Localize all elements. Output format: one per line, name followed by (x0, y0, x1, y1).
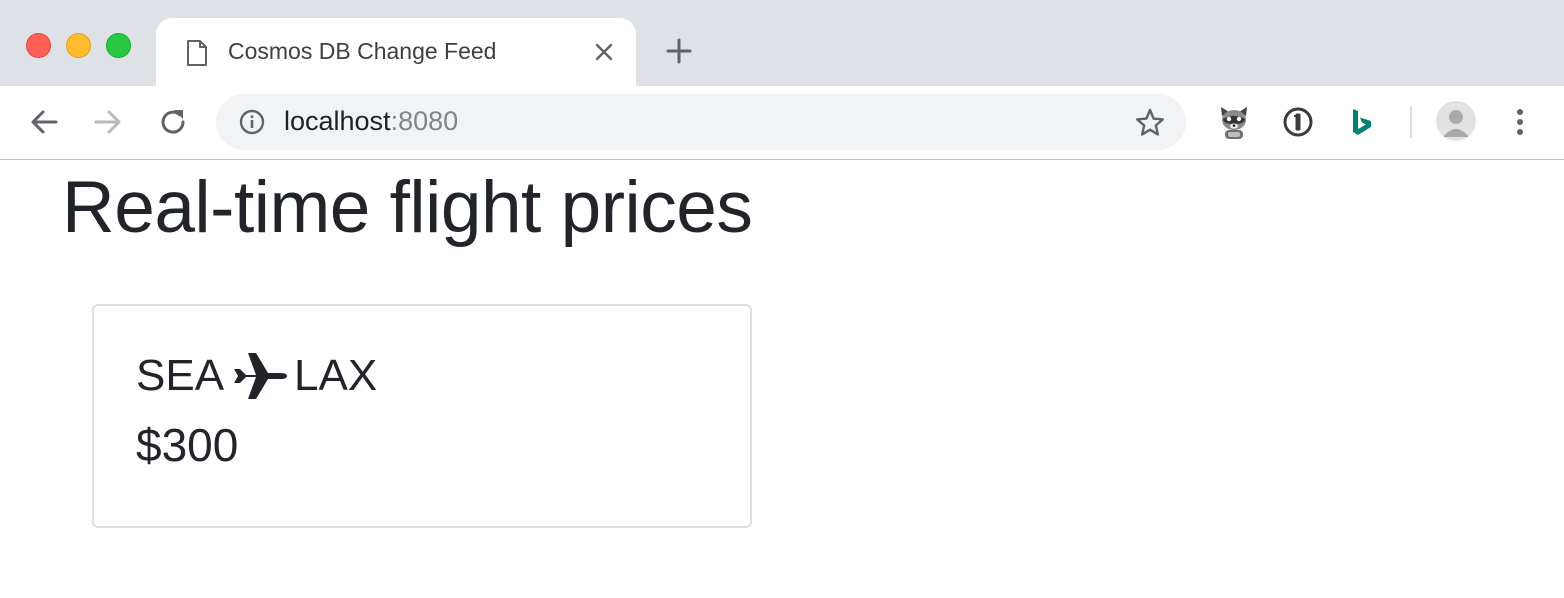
close-icon[interactable] (592, 40, 616, 64)
window-minimize-button[interactable] (66, 33, 91, 58)
plane-icon (234, 353, 288, 399)
arrow-left-icon[interactable] (26, 104, 62, 140)
avatar-silhouette (1443, 110, 1469, 137)
tab-active[interactable]: Cosmos DB Change Feed (156, 18, 636, 86)
flight-price: $300 (136, 419, 239, 471)
address-bar[interactable]: localhost:8080 (216, 94, 1186, 150)
url-host: localhost (284, 106, 391, 136)
flight-card: SEA LAX $300 (92, 304, 752, 528)
arrow-right-icon[interactable] (90, 104, 126, 140)
destination-code: LAX (294, 351, 378, 400)
avatar-icon[interactable] (1436, 101, 1476, 141)
info-icon[interactable] (238, 108, 266, 136)
flight-route: SEA LAX (136, 348, 377, 404)
window-close-button[interactable] (26, 33, 51, 58)
reload-icon[interactable] (155, 104, 191, 140)
tab-strip: Cosmos DB Change Feed (0, 0, 1564, 86)
page-content: Real-time flight prices SEA LAX $300 (0, 160, 1564, 598)
url-port: :8080 (390, 106, 459, 136)
window-maximize-button[interactable] (106, 33, 131, 58)
password-manager-icon[interactable] (1280, 104, 1316, 140)
raccoon-icon[interactable] (1216, 104, 1252, 140)
kebab-menu-icon[interactable] (1506, 104, 1534, 140)
page-icon (187, 40, 207, 66)
tab-title: Cosmos DB Change Feed (228, 38, 497, 64)
page-title: Real-time flight prices (62, 167, 753, 248)
star-icon[interactable] (1134, 107, 1166, 139)
browser-toolbar: localhost:8080 (0, 86, 1564, 160)
url-text[interactable]: localhost:8080 (284, 106, 458, 137)
browser-window: Cosmos DB Change Feed localhost:8080 Rea… (0, 0, 1564, 598)
bing-icon[interactable] (1344, 104, 1380, 140)
plus-icon[interactable] (664, 36, 694, 66)
toolbar-divider (1410, 106, 1412, 138)
origin-code: SEA (136, 351, 225, 400)
